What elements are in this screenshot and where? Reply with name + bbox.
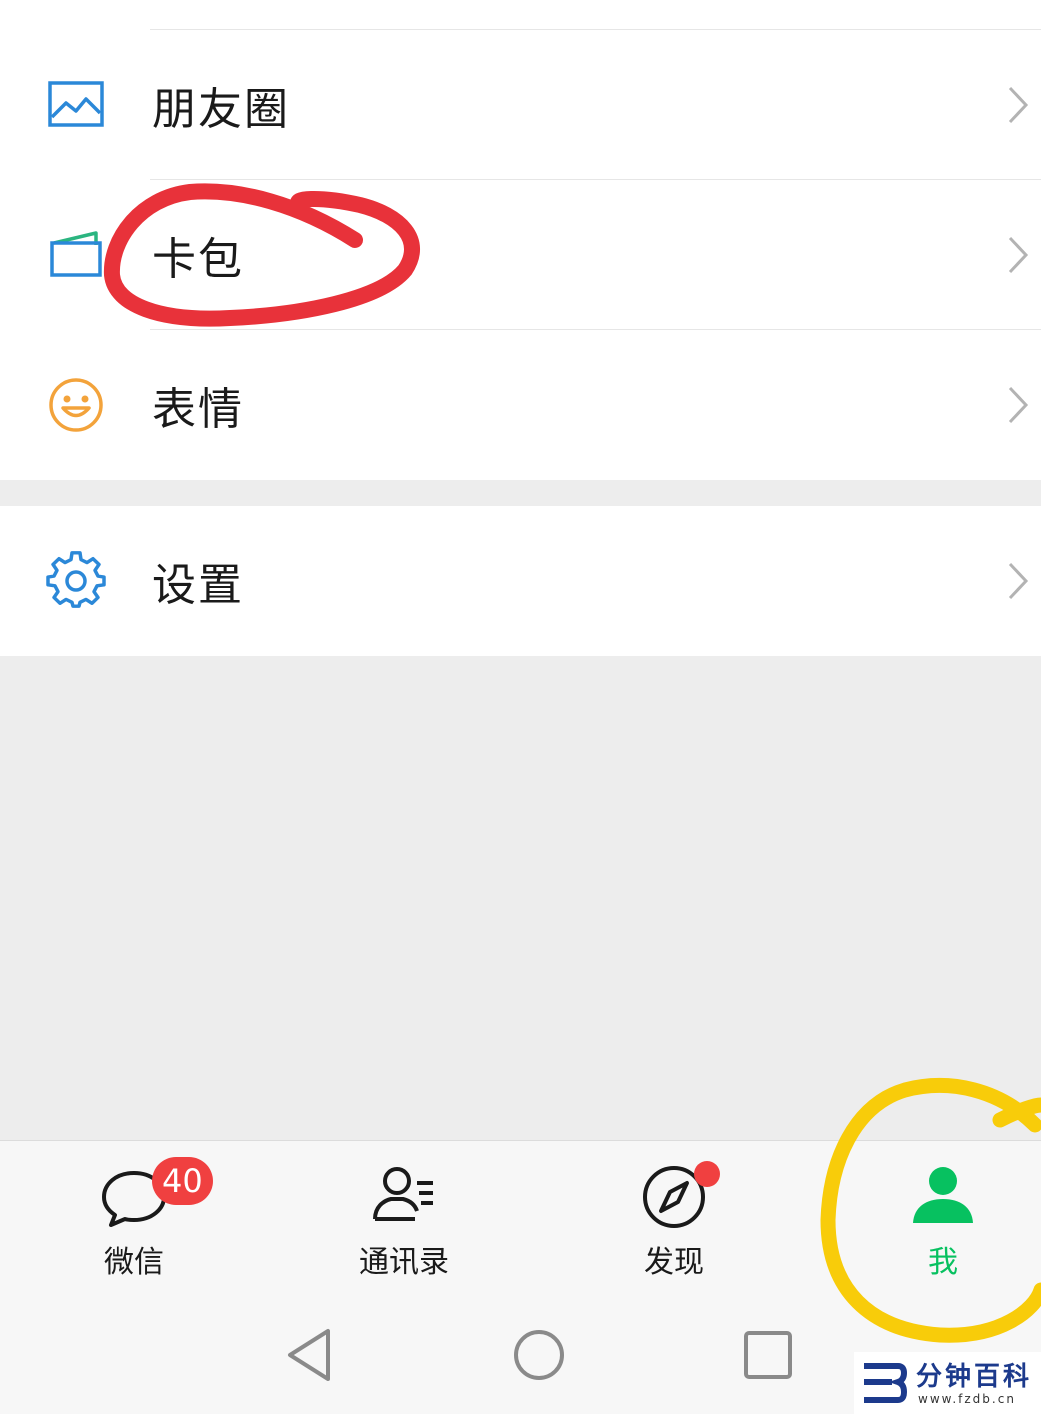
menu-label-settings: 设置 xyxy=(152,560,244,611)
chevron-right-icon xyxy=(1008,86,1029,124)
menu-group-settings: 设置 xyxy=(0,506,1041,656)
menu-label-stickers: 表情 xyxy=(152,384,244,435)
unread-badge: 40 xyxy=(152,1157,213,1205)
watermark-logo-icon xyxy=(864,1363,908,1403)
contacts-icon xyxy=(373,1167,433,1221)
menu-group-main: 朋友圈 卡包 表情 xyxy=(0,30,1041,480)
top-partial-row xyxy=(0,0,1041,30)
smiley-icon xyxy=(49,378,103,432)
tab-label-me: 我 xyxy=(928,1245,958,1280)
tab-label-chats: 微信 xyxy=(104,1245,164,1280)
new-content-dot xyxy=(694,1161,720,1187)
picture-icon xyxy=(48,81,104,127)
chevron-right-icon xyxy=(1008,236,1029,274)
tab-label-contacts: 通讯录 xyxy=(359,1245,449,1280)
menu-label-cards: 卡包 xyxy=(152,234,244,285)
tab-contacts[interactable]: 通讯录 xyxy=(304,1141,504,1301)
back-icon[interactable] xyxy=(280,1325,340,1385)
watermark-url: www.fzdb.cn xyxy=(918,1392,1016,1406)
menu-item-cards[interactable]: 卡包 xyxy=(0,180,1041,330)
person-icon xyxy=(913,1167,973,1223)
home-icon[interactable] xyxy=(509,1325,569,1385)
menu-item-moments[interactable]: 朋友圈 xyxy=(0,30,1041,180)
tab-discover[interactable]: 发现 xyxy=(574,1141,774,1301)
bottom-tab-bar: 40 微信 通讯录 发现 我 xyxy=(0,1140,1041,1301)
wallet-icon xyxy=(50,231,102,277)
tab-chats[interactable]: 40 微信 xyxy=(34,1141,234,1301)
recents-icon[interactable] xyxy=(738,1325,798,1385)
tab-label-discover: 发现 xyxy=(644,1245,704,1280)
tab-me[interactable]: 我 xyxy=(843,1141,1041,1301)
menu-label-moments: 朋友圈 xyxy=(152,84,290,135)
chevron-right-icon xyxy=(1008,562,1029,600)
watermark: 分钟百科 www.fzdb.cn xyxy=(854,1352,1041,1414)
menu-item-stickers[interactable]: 表情 xyxy=(0,330,1041,480)
chevron-right-icon xyxy=(1008,386,1029,424)
gear-icon xyxy=(46,551,106,608)
menu-item-settings[interactable]: 设置 xyxy=(0,506,1041,656)
watermark-brand: 分钟百科 xyxy=(916,1362,1033,1392)
